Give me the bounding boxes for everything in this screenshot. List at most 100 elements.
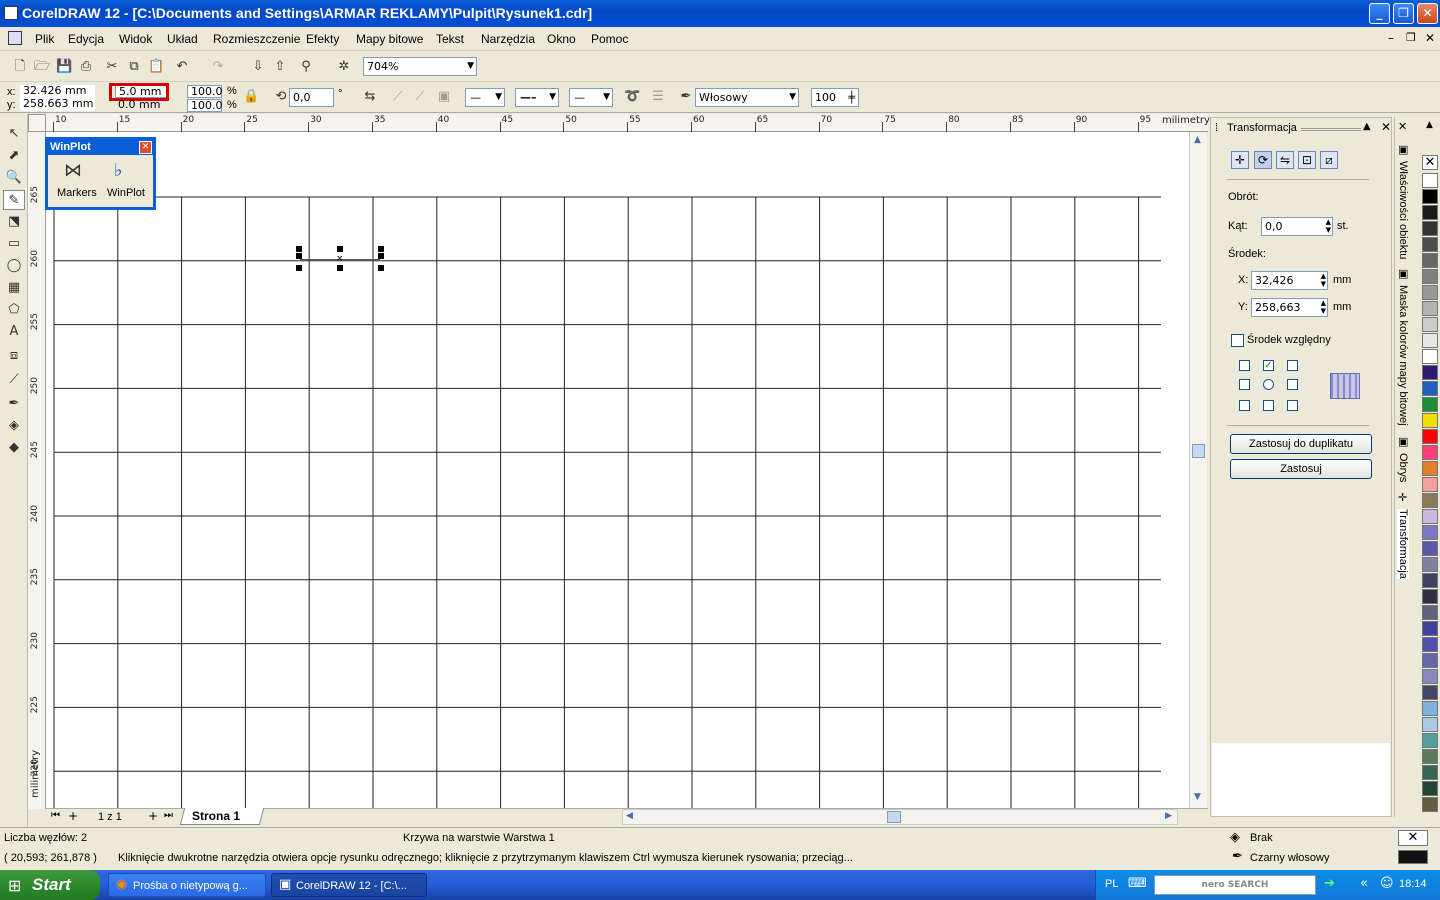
- add-page-icon[interactable]: +: [68, 809, 78, 823]
- scale-y-field[interactable]: 100.0: [187, 99, 223, 112]
- color-swatch[interactable]: [1422, 797, 1438, 812]
- pick-tool-icon[interactable]: ↖: [3, 124, 25, 144]
- color-swatch[interactable]: [1422, 349, 1438, 364]
- rotation-field[interactable]: 0,0: [289, 88, 334, 107]
- color-swatch[interactable]: [1422, 573, 1438, 588]
- go-arrow-icon[interactable]: ➔: [1324, 876, 1335, 891]
- freehand-tool-icon[interactable]: ✎: [3, 190, 25, 210]
- y-position-field[interactable]: 258.663 mm: [20, 98, 95, 111]
- color-swatch[interactable]: [1422, 605, 1438, 620]
- doc-restore-icon[interactable]: ❐: [1406, 31, 1416, 44]
- scroll-right-icon[interactable]: ▶: [1165, 811, 1172, 821]
- nero-search-field[interactable]: nero SEARCH: [1154, 875, 1316, 895]
- tab-outline[interactable]: Obrys: [1397, 453, 1409, 482]
- menu-narzedzia[interactable]: Narzędzia: [481, 32, 535, 46]
- color-swatch[interactable]: [1422, 221, 1438, 236]
- color-swatch[interactable]: [1422, 637, 1438, 652]
- doc-close-icon[interactable]: ✕: [1425, 31, 1435, 45]
- height-field[interactable]: 0.0 mm: [115, 99, 167, 112]
- anchor-top-center[interactable]: ✓: [1263, 360, 1274, 371]
- spinner-icon[interactable]: ▲ ▼: [1321, 272, 1326, 288]
- task-coreldraw[interactable]: CorelDRAW 12 - [C:\...: [271, 873, 427, 897]
- angle-field[interactable]: 0,0 ▲ ▼: [1261, 217, 1333, 236]
- selection-handle[interactable]: [296, 246, 302, 252]
- last-page-icon[interactable]: ⏭: [164, 810, 173, 821]
- color-swatch[interactable]: [1422, 733, 1438, 748]
- doc-minimize-icon[interactable]: –: [1388, 31, 1394, 45]
- color-swatch[interactable]: [1422, 413, 1438, 428]
- eyedropper-tool-icon[interactable]: ⟋: [3, 370, 25, 390]
- winplot-label[interactable]: WinPlot: [107, 187, 145, 199]
- anchor-top-right[interactable]: [1287, 360, 1298, 371]
- color-swatch[interactable]: [1422, 477, 1438, 492]
- color-swatch[interactable]: [1422, 189, 1438, 204]
- vertical-scrollbar[interactable]: ▲ ▼: [1189, 132, 1207, 809]
- color-swatch[interactable]: [1422, 269, 1438, 284]
- document-icon[interactable]: [8, 31, 22, 45]
- docker-grip-icon[interactable]: ⁞: [1215, 122, 1218, 134]
- color-swatch[interactable]: [1422, 717, 1438, 732]
- page-tab-label[interactable]: Strona 1: [192, 809, 240, 823]
- scroll-left-icon[interactable]: ◀: [626, 811, 633, 821]
- scale-x-field[interactable]: 100.0: [187, 85, 223, 98]
- ruler-origin[interactable]: [28, 114, 46, 132]
- anchor-middle-right[interactable]: [1287, 379, 1298, 390]
- print-icon[interactable]: ⎙: [78, 59, 94, 75]
- tray-expand-icon[interactable]: «: [1360, 876, 1368, 891]
- add-page-after-icon[interactable]: +: [148, 809, 158, 823]
- color-swatch[interactable]: [1422, 285, 1438, 300]
- line-style-select[interactable]: —– ▼: [515, 88, 559, 107]
- import-icon[interactable]: ⇩: [250, 59, 266, 75]
- drawing-canvas[interactable]: [46, 132, 1189, 809]
- color-swatch[interactable]: [1422, 381, 1438, 396]
- spinner-icon[interactable]: ▲ ▼: [1321, 299, 1326, 315]
- smoothing-field[interactable]: 100 ╪: [811, 88, 859, 107]
- markers-icon[interactable]: ⋈: [64, 160, 82, 181]
- color-swatch[interactable]: [1422, 621, 1438, 636]
- color-swatch[interactable]: [1422, 525, 1438, 540]
- color-swatch[interactable]: [1422, 205, 1438, 220]
- color-swatch[interactable]: [1422, 397, 1438, 412]
- smart-fill-tool-icon[interactable]: ⬔: [3, 212, 25, 232]
- size-tab-icon[interactable]: ⊡: [1298, 151, 1316, 169]
- color-swatch[interactable]: [1422, 301, 1438, 316]
- tab-bitmap-color-mask[interactable]: Maska kolorów mapy bitowej: [1397, 285, 1409, 426]
- color-swatch[interactable]: [1422, 365, 1438, 380]
- rotate-tab-icon[interactable]: ⟳: [1254, 151, 1272, 169]
- interactive-blend-tool-icon[interactable]: ⧈: [3, 346, 25, 366]
- scale-tab-icon[interactable]: ⇋: [1276, 151, 1294, 169]
- ellipse-tool-icon[interactable]: ◯: [3, 256, 25, 276]
- selection-handle[interactable]: [337, 265, 343, 271]
- break-curve-icon[interactable]: ⟋: [390, 89, 406, 105]
- save-icon[interactable]: 💾: [56, 59, 72, 75]
- outline-width-select[interactable]: Włosowy ▼: [695, 88, 799, 107]
- selection-handle[interactable]: [378, 265, 384, 271]
- menu-plik[interactable]: Plik: [35, 32, 54, 46]
- options-icon[interactable]: ✲: [336, 59, 352, 75]
- color-swatch[interactable]: [1422, 669, 1438, 684]
- anchor-top-left[interactable]: [1239, 360, 1250, 371]
- center-y-field[interactable]: 258,663 ▲ ▼: [1251, 298, 1328, 317]
- tab-object-properties[interactable]: Właściwości obiektu: [1397, 161, 1409, 259]
- interactive-fill-tool-icon[interactable]: ◆: [3, 438, 25, 458]
- color-swatch[interactable]: [1422, 173, 1438, 188]
- menu-okno[interactable]: Okno: [547, 32, 576, 46]
- zoom-select[interactable]: 704% ▼: [363, 57, 477, 76]
- color-swatch[interactable]: [1422, 685, 1438, 700]
- shape-tool-icon[interactable]: ⬈: [3, 146, 25, 166]
- menu-uklad[interactable]: Układ: [167, 32, 198, 46]
- color-swatch[interactable]: [1422, 429, 1438, 444]
- fill-swatch[interactable]: ✕: [1398, 830, 1428, 846]
- skew-tab-icon[interactable]: ⧄: [1320, 151, 1338, 169]
- menu-edycja[interactable]: Edycja: [68, 32, 104, 46]
- paste-icon[interactable]: 📋: [148, 59, 164, 75]
- markers-label[interactable]: Markers: [57, 187, 97, 199]
- convert-icon[interactable]: ⟋: [412, 89, 428, 105]
- center-x-field[interactable]: 32,426 ▲ ▼: [1251, 271, 1328, 290]
- apply-button[interactable]: Zastosuj: [1230, 459, 1372, 479]
- horizontal-scrollbar[interactable]: ◀ ▶: [622, 809, 1178, 825]
- close-curve-icon[interactable]: ➰: [624, 89, 640, 105]
- wrap-icon[interactable]: ▣: [436, 89, 452, 105]
- fill-tool-icon[interactable]: ◈: [3, 416, 25, 436]
- apply-to-duplicate-button[interactable]: Zastosuj do duplikatu: [1230, 434, 1372, 454]
